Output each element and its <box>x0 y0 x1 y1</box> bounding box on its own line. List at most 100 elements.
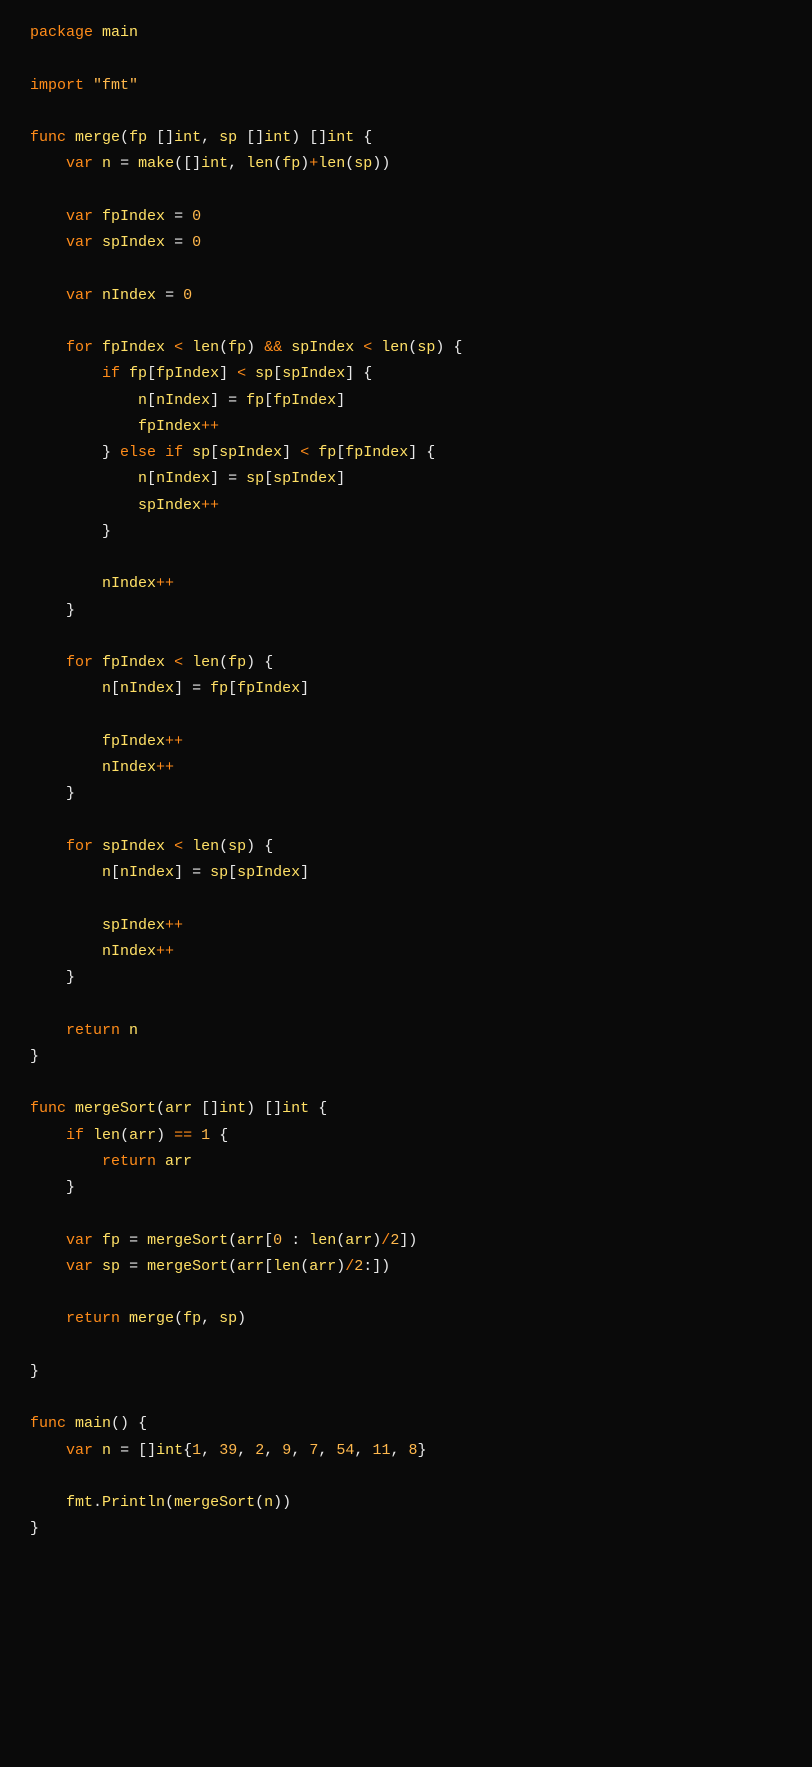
identifier: nIndex <box>120 680 174 697</box>
func-call: Println <box>102 1494 165 1511</box>
code-line: if fp[fpIndex] < sp[spIndex] { <box>30 365 372 382</box>
identifier: fpIndex <box>156 365 219 382</box>
identifier: n <box>102 155 111 172</box>
number: 8 <box>408 1442 417 1459</box>
identifier: nIndex <box>102 759 156 776</box>
number: 2 <box>354 1258 363 1275</box>
code-line: func mergeSort(arr []int) []int { <box>30 1100 327 1117</box>
identifier: fpIndex <box>273 392 336 409</box>
builtin: len <box>192 339 219 356</box>
identifier: n <box>129 1022 138 1039</box>
builtin: len <box>192 838 219 855</box>
identifier: spIndex <box>291 339 354 356</box>
code-line: var fp = mergeSort(arr[0 : len(arr)/2]) <box>30 1232 417 1249</box>
func-call: mergeSort <box>147 1258 228 1275</box>
number: 2 <box>255 1442 264 1459</box>
operator: ++ <box>156 575 174 592</box>
keyword: func <box>30 1415 66 1432</box>
code-line: } <box>30 602 75 619</box>
code-editor[interactable]: package main import "fmt" func merge(fp … <box>0 0 812 1563</box>
code-line: return merge(fp, sp) <box>30 1310 246 1327</box>
number: 11 <box>372 1442 390 1459</box>
keyword: if <box>66 1127 84 1144</box>
builtin: len <box>318 155 345 172</box>
operator: ++ <box>156 759 174 776</box>
keyword: var <box>66 234 93 251</box>
identifier: fp <box>129 365 147 382</box>
param: sp <box>219 129 237 146</box>
identifier: spIndex <box>102 234 165 251</box>
type: int <box>219 1100 246 1117</box>
builtin: make <box>138 155 174 172</box>
identifier: fpIndex <box>345 444 408 461</box>
identifier: fpIndex <box>237 680 300 697</box>
identifier: sp <box>246 470 264 487</box>
type: int <box>156 1442 183 1459</box>
code-line: var sp = mergeSort(arr[len(arr)/2:]) <box>30 1258 390 1275</box>
keyword: if <box>165 444 183 461</box>
identifier: fpIndex <box>102 339 165 356</box>
param: arr <box>165 1100 192 1117</box>
type: int <box>327 129 354 146</box>
identifier: sp <box>417 339 435 356</box>
identifier: fpIndex <box>102 208 165 225</box>
number: 1 <box>201 1127 210 1144</box>
operator: ++ <box>165 917 183 934</box>
identifier: n <box>138 470 147 487</box>
identifier: fpIndex <box>102 733 165 750</box>
keyword: for <box>66 339 93 356</box>
code-line: var n = make([]int, len(fp)+len(sp)) <box>30 155 390 172</box>
keyword: return <box>102 1153 156 1170</box>
identifier: sp <box>255 365 273 382</box>
code-line: } <box>30 1048 39 1065</box>
code-line: n[nIndex] = fp[fpIndex] <box>30 392 345 409</box>
code-line: nIndex++ <box>30 759 174 776</box>
identifier: arr <box>237 1232 264 1249</box>
number: 7 <box>309 1442 318 1459</box>
identifier: sp <box>102 1258 120 1275</box>
identifier: fp <box>228 654 246 671</box>
keyword: var <box>66 1442 93 1459</box>
builtin: len <box>309 1232 336 1249</box>
type: int <box>201 155 228 172</box>
code-line: for fpIndex < len(fp) { <box>30 654 273 671</box>
keyword: for <box>66 654 93 671</box>
identifier: spIndex <box>138 497 201 514</box>
identifier: arr <box>237 1258 264 1275</box>
func-call: mergeSort <box>147 1232 228 1249</box>
identifier: n <box>102 1442 111 1459</box>
number: 0 <box>192 208 201 225</box>
identifier: spIndex <box>102 838 165 855</box>
identifier: sp <box>210 864 228 881</box>
identifier: fpIndex <box>138 418 201 435</box>
type: int <box>264 129 291 146</box>
identifier: n <box>102 680 111 697</box>
type: int <box>174 129 201 146</box>
code-line: var nIndex = 0 <box>30 287 192 304</box>
keyword: var <box>66 208 93 225</box>
code-line: } <box>30 1179 75 1196</box>
code-line: var n = []int{1, 39, 2, 9, 7, 54, 11, 8} <box>30 1442 427 1459</box>
code-line: var spIndex = 0 <box>30 234 201 251</box>
keyword: func <box>30 129 66 146</box>
operator: ++ <box>201 497 219 514</box>
identifier: fp <box>228 339 246 356</box>
identifier: n <box>102 864 111 881</box>
identifier: spIndex <box>219 444 282 461</box>
keyword: for <box>66 838 93 855</box>
identifier: spIndex <box>273 470 336 487</box>
func-name: mergeSort <box>75 1100 156 1117</box>
code-line: } <box>30 1520 39 1537</box>
identifier: sp <box>228 838 246 855</box>
identifier: spIndex <box>102 917 165 934</box>
identifier: nIndex <box>102 287 156 304</box>
code-line: } else if sp[spIndex] < fp[fpIndex] { <box>30 444 435 461</box>
code-line: for fpIndex < len(fp) && spIndex < len(s… <box>30 339 462 356</box>
identifier: sp <box>354 155 372 172</box>
identifier: arr <box>345 1232 372 1249</box>
number: 39 <box>219 1442 237 1459</box>
builtin: len <box>273 1258 300 1275</box>
number: 54 <box>336 1442 354 1459</box>
package: fmt <box>66 1494 93 1511</box>
builtin: len <box>381 339 408 356</box>
